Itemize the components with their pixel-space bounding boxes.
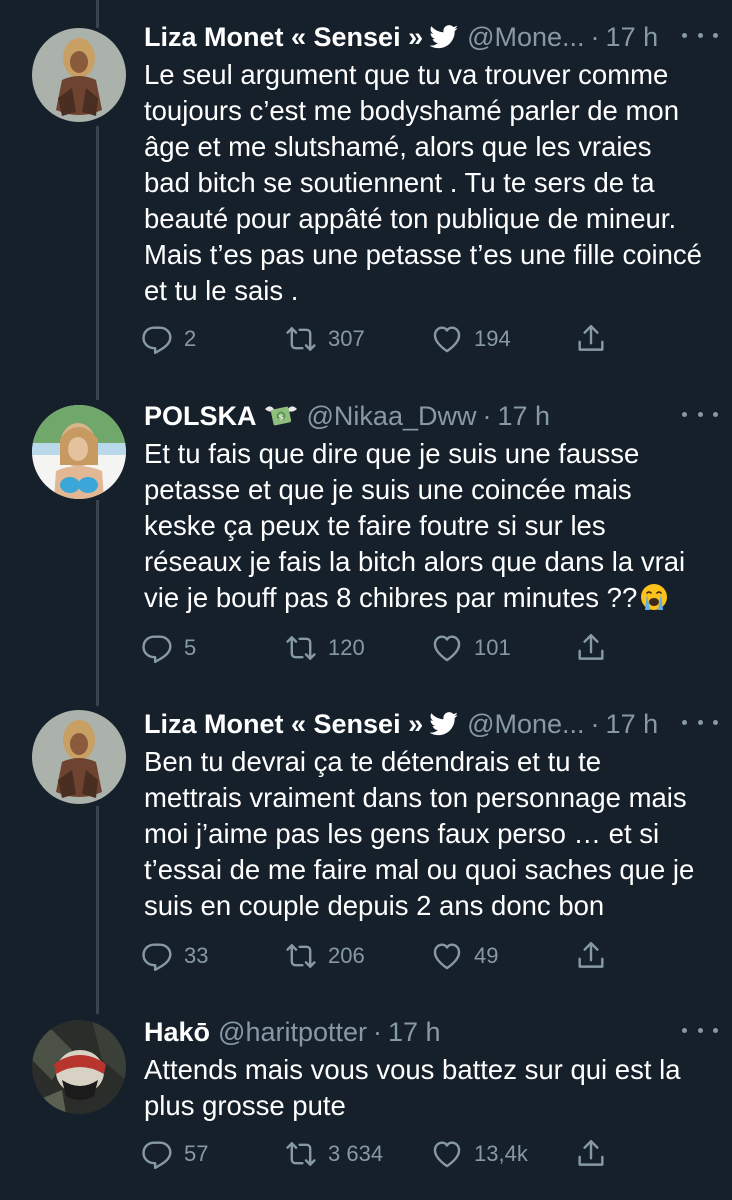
separator: · (590, 708, 600, 739)
timestamp[interactable]: 17 h (388, 1017, 441, 1048)
retweet-icon (286, 636, 316, 660)
share-button[interactable] (574, 319, 608, 359)
reply-button[interactable]: 33 (140, 936, 208, 976)
retweet-count: 120 (328, 635, 365, 660)
retweet-count: 307 (328, 326, 365, 351)
avatar-image (32, 28, 126, 122)
heart-icon (433, 1141, 461, 1168)
avatar-image (32, 1020, 126, 1114)
tweet-text: Et tu fais que dire que je suis une faus… (144, 436, 702, 616)
reply-icon (142, 943, 172, 972)
retweet-icon (286, 1142, 316, 1166)
tweet-actions: 2 307 194 (140, 319, 620, 359)
avatar[interactable] (32, 405, 126, 499)
display-name[interactable]: Liza Monet « Sensei » (144, 709, 423, 740)
user-handle[interactable]: @Nikaa_Dww (307, 401, 477, 432)
reply-button[interactable]: 2 (140, 319, 196, 359)
like-count: 101 (474, 635, 511, 660)
heart-icon (433, 326, 461, 353)
twitter-bird-icon (429, 25, 459, 49)
heart-icon (433, 635, 461, 662)
more-options-icon[interactable] (682, 1018, 718, 1042)
tweet-text: Ben tu devrai ça te détendrais et tu te … (144, 746, 695, 921)
like-count: 13,4k (474, 1141, 528, 1166)
more-options-icon[interactable] (682, 402, 718, 426)
reply-count: 5 (184, 635, 197, 660)
reply-icon (142, 326, 172, 355)
reply-icon (142, 635, 172, 664)
svg-text:$: $ (278, 413, 284, 422)
tweet-header: Hakō @haritpotter · 17 h (144, 1012, 716, 1052)
timestamp[interactable]: 17 h (497, 401, 550, 432)
twitter-bird-icon (429, 712, 459, 736)
like-button[interactable]: 194 (430, 319, 511, 359)
user-handle[interactable]: @Mone... (467, 709, 584, 740)
display-name[interactable]: POLSKA (144, 401, 257, 432)
tweet-header: Liza Monet « Sensei » @Mone... · 17 h (144, 17, 716, 57)
like-button[interactable]: 13,4k (430, 1134, 528, 1174)
tweet[interactable]: Liza Monet « Sensei » @Mone... · 17 h Le… (0, 17, 732, 377)
avatar[interactable] (32, 710, 126, 804)
user-handle[interactable]: @haritpotter (218, 1017, 367, 1048)
share-button[interactable] (574, 628, 608, 668)
timestamp[interactable]: 17 h (606, 709, 659, 740)
tweet[interactable]: POLSKA $ @Nikaa_Dww · 17 h Et tu fais qu… (0, 396, 732, 696)
retweet-count: 206 (328, 943, 365, 968)
avatar[interactable] (32, 28, 126, 122)
reply-button[interactable]: 5 (140, 628, 196, 668)
retweet-icon (286, 944, 316, 968)
share-icon (578, 1140, 604, 1166)
retweet-button[interactable]: 307 (284, 319, 365, 359)
reply-count: 57 (184, 1141, 209, 1166)
tweet[interactable]: Liza Monet « Sensei » @Mone... · 17 h Be… (0, 704, 732, 1000)
display-name[interactable]: Liza Monet « Sensei » (144, 22, 423, 53)
reply-icon (142, 1141, 172, 1170)
timestamp[interactable]: 17 h (606, 22, 659, 53)
separator: · (482, 400, 492, 431)
tweet-actions: 57 3 634 13,4k (140, 1134, 620, 1174)
money-with-wings-icon: $ (263, 401, 299, 431)
like-count: 194 (474, 326, 511, 351)
retweet-button[interactable]: 120 (284, 628, 365, 668)
retweet-icon (286, 327, 316, 351)
separator: · (590, 21, 600, 52)
separator: · (373, 1016, 383, 1047)
share-icon (578, 942, 604, 968)
like-count: 49 (474, 943, 499, 968)
more-options-icon[interactable] (682, 23, 718, 47)
avatar-image (32, 405, 126, 499)
tweet-text: Attends mais vous vous battez sur qui es… (144, 1054, 681, 1121)
loudly-crying-face-emoji (639, 582, 669, 612)
reply-count: 2 (184, 326, 197, 351)
tweet-actions: 33 206 49 (140, 936, 620, 976)
tweet[interactable]: Hakō @haritpotter · 17 h Attends mais vo… (0, 1012, 732, 1200)
tweet-header: Liza Monet « Sensei » @Mone... · 17 h (144, 704, 716, 744)
retweet-button[interactable]: 3 634 (284, 1134, 383, 1174)
tweet-header: POLSKA $ @Nikaa_Dww · 17 h (144, 396, 716, 436)
share-button[interactable] (574, 936, 608, 976)
more-options-icon[interactable] (682, 710, 718, 734)
retweet-button[interactable]: 206 (284, 936, 365, 976)
avatar-image (32, 710, 126, 804)
like-button[interactable]: 101 (430, 628, 511, 668)
share-icon (578, 325, 604, 351)
display-name[interactable]: Hakō (144, 1017, 210, 1048)
avatar[interactable] (32, 1020, 126, 1114)
tweet-actions: 5 120 101 (140, 628, 620, 668)
like-button[interactable]: 49 (430, 936, 498, 976)
user-handle[interactable]: @Mone... (467, 22, 584, 53)
retweet-count: 3 634 (328, 1141, 384, 1166)
tweet-text: Le seul argument que tu va trouver comme… (144, 59, 702, 306)
tweet-text-content: Et tu fais que dire que je suis une faus… (144, 438, 686, 613)
heart-icon (433, 943, 461, 970)
reply-button[interactable]: 57 (140, 1134, 208, 1174)
reply-count: 33 (184, 943, 209, 968)
share-button[interactable] (574, 1134, 608, 1174)
share-icon (578, 634, 604, 660)
